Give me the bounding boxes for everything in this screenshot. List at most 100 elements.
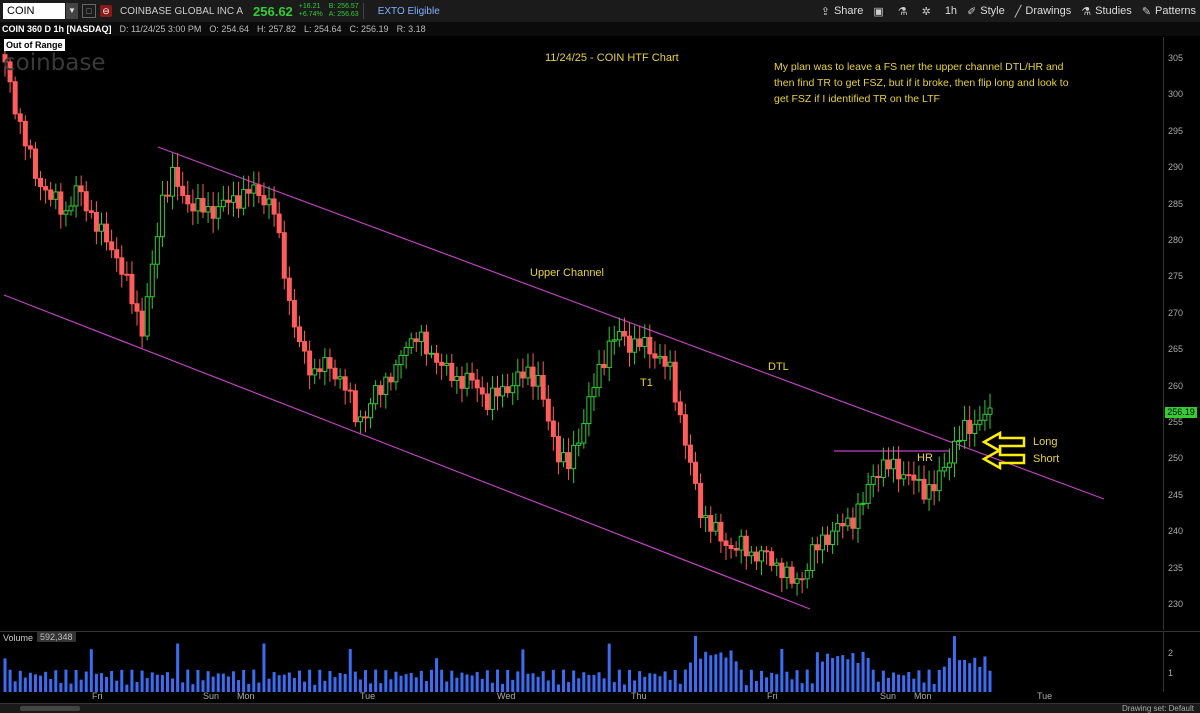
candle-body <box>845 517 851 527</box>
drawings-label: Drawings <box>1025 5 1072 17</box>
candle-body <box>977 419 983 425</box>
price-axis[interactable]: 305 300 295 290 285 280 275 270 265 260 255 250 245 2… <box>1163 37 1200 630</box>
candle-body <box>479 387 485 395</box>
volume-bar <box>775 674 779 692</box>
volume-bar <box>719 652 723 692</box>
candle-body <box>144 296 150 337</box>
price-tick: 260 <box>1168 380 1184 391</box>
bookmark-button[interactable]: ▣ <box>873 5 887 18</box>
candle-body <box>794 578 800 584</box>
volume-bar <box>653 673 657 692</box>
studies-button[interactable]: ⚗ Studies <box>1081 5 1132 18</box>
candle-body <box>738 535 744 551</box>
price-chart[interactable] <box>0 37 1163 630</box>
candle-body <box>347 389 353 392</box>
candle-body <box>276 213 282 234</box>
volume-bar <box>470 675 474 692</box>
candle-body <box>378 385 384 395</box>
volume-bar <box>160 675 164 692</box>
drawings-button[interactable]: ╱ Drawings <box>1015 5 1071 18</box>
patterns-button[interactable]: ✎ Patterns <box>1142 5 1196 18</box>
volume-pane[interactable] <box>0 631 1163 692</box>
price-tick: 235 <box>1168 562 1184 573</box>
candle-body <box>606 340 612 369</box>
coinbase-logo: coinbase <box>3 50 106 76</box>
flask-button[interactable]: ⚗ <box>898 5 912 18</box>
candle-body <box>327 357 333 369</box>
volume-label: Volume <box>3 633 34 643</box>
candle-body <box>291 299 297 328</box>
volume-bar <box>328 670 332 692</box>
candle-body <box>398 354 404 366</box>
volume-bar <box>196 669 200 692</box>
settings-button[interactable]: ✲ <box>922 5 935 18</box>
volume-bar <box>404 674 408 692</box>
candle-body <box>230 195 236 203</box>
bar-close: C: 256.19 <box>349 24 389 34</box>
candle-body <box>967 419 973 434</box>
volume-bar <box>450 670 454 692</box>
candle-body <box>677 401 683 416</box>
time-axis[interactable]: Fri Sun Mon Tue Wed Thu Fri Sun Mon Tue <box>0 691 1163 703</box>
symbol-input[interactable]: COIN <box>3 3 65 19</box>
candle-body <box>769 551 775 566</box>
style-button[interactable]: ✐ Style <box>967 5 1005 18</box>
volume-bar <box>155 674 159 692</box>
volume-bar <box>475 671 479 692</box>
candle-body <box>200 197 206 213</box>
candle-body <box>561 452 567 463</box>
studies-label: Studies <box>1095 5 1132 17</box>
price-tick: 265 <box>1168 344 1184 355</box>
link-icon[interactable]: □ <box>82 4 96 18</box>
share-button[interactable]: ⇪ Share <box>821 5 864 18</box>
volume-bar <box>110 671 114 692</box>
candle-body <box>408 338 414 348</box>
volume-bar <box>333 677 337 692</box>
volume-bar <box>643 676 647 692</box>
volume-bar <box>551 669 555 692</box>
candle-body <box>63 210 69 215</box>
candle-body <box>545 398 551 422</box>
candle-body <box>484 393 490 410</box>
close-symbol-icon[interactable]: ⊖ <box>100 5 112 17</box>
candle-body <box>489 387 495 410</box>
candle-body <box>225 199 231 203</box>
candle-body <box>68 205 74 212</box>
volume-bar <box>226 676 230 692</box>
exto-eligible-link[interactable]: EXTO Eligible <box>378 6 440 17</box>
candle-body <box>418 331 424 343</box>
change-percent: +6.74% <box>298 11 323 18</box>
volume-bar <box>44 671 48 692</box>
style-label: Style <box>980 5 1005 17</box>
volume-bar <box>363 670 367 692</box>
candle-body <box>982 413 988 421</box>
candle-body <box>581 423 587 444</box>
volume-svg <box>3 636 992 692</box>
candle-body <box>73 185 79 207</box>
candle-body <box>916 478 922 481</box>
candle-body <box>809 544 815 572</box>
volume-bar <box>988 670 992 692</box>
candle-body <box>393 364 399 383</box>
volume-bar <box>171 678 175 692</box>
time-tick: Sun <box>203 691 220 701</box>
candle-body <box>129 273 135 305</box>
horizontal-scrollbar[interactable] <box>20 706 80 711</box>
price-chart-svg[interactable] <box>0 37 1163 630</box>
volume-bar <box>343 674 347 692</box>
candle-body <box>596 363 602 389</box>
candle-body <box>667 361 673 367</box>
volume-bar <box>902 675 906 692</box>
candle-body <box>865 483 871 504</box>
candle-body <box>774 562 780 566</box>
candle-body <box>434 352 440 363</box>
volume-bar <box>231 671 235 692</box>
candle-body <box>957 439 963 442</box>
volume-bar <box>145 678 149 692</box>
timeframe-button[interactable]: 1h <box>945 5 957 17</box>
symbol-dropdown-icon[interactable]: ▼ <box>66 3 78 19</box>
time-tick: Thu <box>631 691 647 701</box>
candle-body <box>109 241 115 251</box>
volume-bar <box>673 669 677 692</box>
candle-body <box>104 223 110 243</box>
